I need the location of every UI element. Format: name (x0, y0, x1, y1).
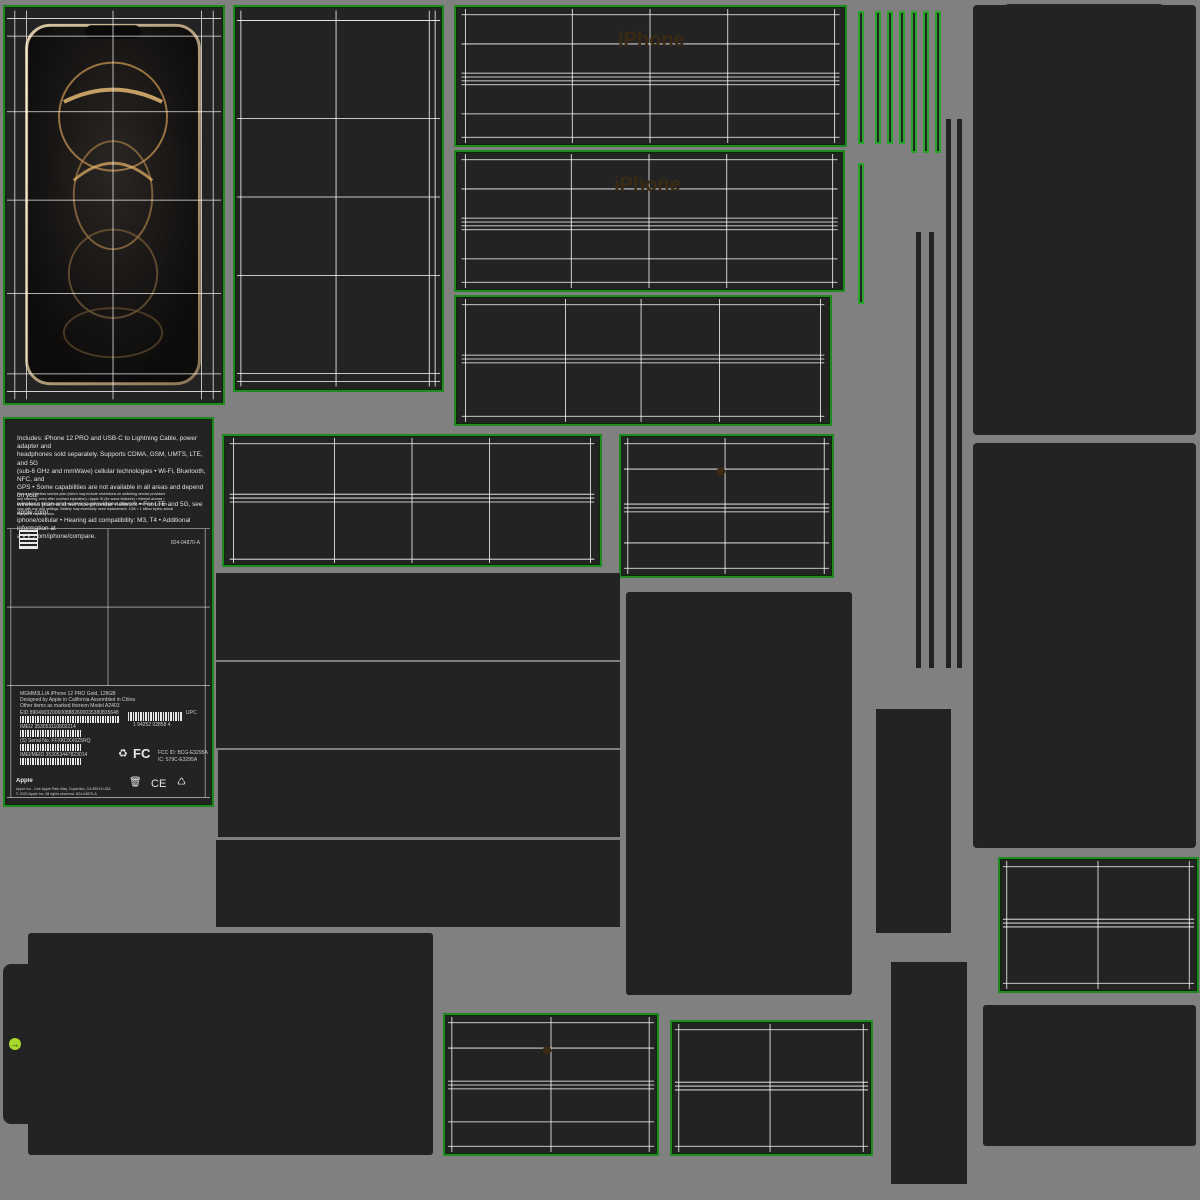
qr-code (19, 530, 38, 549)
uv-grid (447, 1016, 655, 1153)
dark-bar-2 (957, 119, 962, 668)
insert-panel-3 (218, 750, 620, 837)
brand: Apple (16, 778, 33, 784)
description-line: (sub-6 GHz and mmWave) cellular technolo… (17, 467, 206, 484)
insert-panel-2 (216, 662, 620, 748)
uv-grid (461, 153, 838, 289)
eid-barcode (20, 716, 120, 723)
bottom-panel-2 (670, 1020, 873, 1156)
uv-grid (623, 437, 830, 575)
right-panel-tab (1003, 4, 1165, 34)
lid-label-1: iPhone (618, 29, 685, 51)
edge-strip-8 (858, 163, 864, 304)
right-panel-bottom (983, 1005, 1196, 1146)
ic-line: IC: 579C-E3295A (158, 757, 198, 763)
uv-grid (236, 10, 441, 387)
small-panel-1 (876, 709, 951, 933)
fcc-id: FCC ID: BCG-E3295A (158, 750, 208, 756)
lid-panel-2: iPhone (454, 150, 845, 292)
dark-bar-1 (946, 119, 951, 668)
bottom-panel-1: ● (443, 1013, 659, 1156)
lid-label-2: iPhone (614, 174, 681, 196)
insert-panel-4 (216, 840, 620, 927)
other-items-line: Other items as marked thereon Model A240… (20, 703, 120, 709)
phone-back-panel (233, 5, 444, 392)
box-back-panel: Includes: iPhone 12 PRO and USB-C to Lig… (3, 417, 214, 807)
edge-strip-6 (923, 11, 929, 153)
lid-panel-3 (454, 295, 832, 426)
inner-tray-panel-2: ● (619, 434, 834, 578)
apple-logo-ghost-icon: ● (541, 1039, 554, 1061)
insert-panel-1 (216, 573, 620, 660)
edge-strip-3 (887, 11, 893, 144)
side-panel-right (998, 857, 1199, 993)
small-panel-2 (891, 962, 967, 1184)
arrow-right-circle-icon: → (9, 1038, 21, 1050)
edge-strip-2 (875, 11, 881, 144)
upc-barcode (128, 712, 183, 721)
edge-strip-7 (935, 11, 941, 153)
apple-logo-ghost-icon: ● (715, 460, 728, 482)
upc-label: UPC (186, 710, 197, 716)
weee-bin-icon: 🗑 (129, 777, 142, 788)
uv-texture-sheet: { "texture": { "background_color": "#808… (0, 0, 1200, 1200)
fc-mark: FC (133, 746, 151, 761)
ce-mark: CE (151, 778, 167, 790)
copyright-line: © 2020 Apple Inc. All rights reserved. 8… (16, 792, 97, 796)
description-line: Includes: iPhone 12 PRO and USB-C to Lig… (17, 435, 198, 451)
description-line: headphones sold separately. Supports CDM… (17, 451, 203, 467)
description-line: iphone/cellular • Hearing aid compatibil… (17, 517, 191, 533)
part-number: 824-04870-A (171, 540, 200, 546)
right-panel-middle (973, 443, 1196, 848)
uv-grid (674, 1023, 869, 1153)
fine-print-line: formatted capacity less. (17, 512, 55, 516)
imei-meid-barcode (20, 758, 82, 765)
box-fine-print: Requires Wireless service plan (which ma… (17, 492, 207, 517)
dark-bar-3 (916, 232, 921, 668)
recycling-icon: ♺ (177, 777, 186, 788)
tray-base-panel (626, 592, 852, 995)
sleeve-tab: → (3, 964, 43, 1124)
uv-grid (461, 8, 840, 144)
edge-strip-1 (858, 11, 864, 144)
phone-front-panel (3, 5, 225, 405)
edge-strip-5 (911, 11, 917, 153)
recycle-icon: ♻ (118, 748, 128, 760)
imei-barcode (20, 730, 82, 737)
phone-render (6, 10, 222, 400)
inner-tray-panel-1 (222, 434, 602, 567)
box-description: Includes: iPhone 12 PRO and USB-C to Lig… (17, 435, 207, 542)
right-panel-top (973, 4, 1196, 435)
uv-grid (229, 437, 595, 564)
lid-panel-1: iPhone (454, 5, 847, 147)
uv-grid (461, 298, 825, 423)
edge-strip-4 (899, 11, 905, 144)
serial-barcode (20, 744, 82, 751)
uv-grid (1002, 860, 1195, 990)
sleeve-panel (28, 933, 433, 1155)
upc-digits: 1 94252 02858 4 (133, 722, 171, 728)
dark-bar-4 (929, 232, 934, 668)
